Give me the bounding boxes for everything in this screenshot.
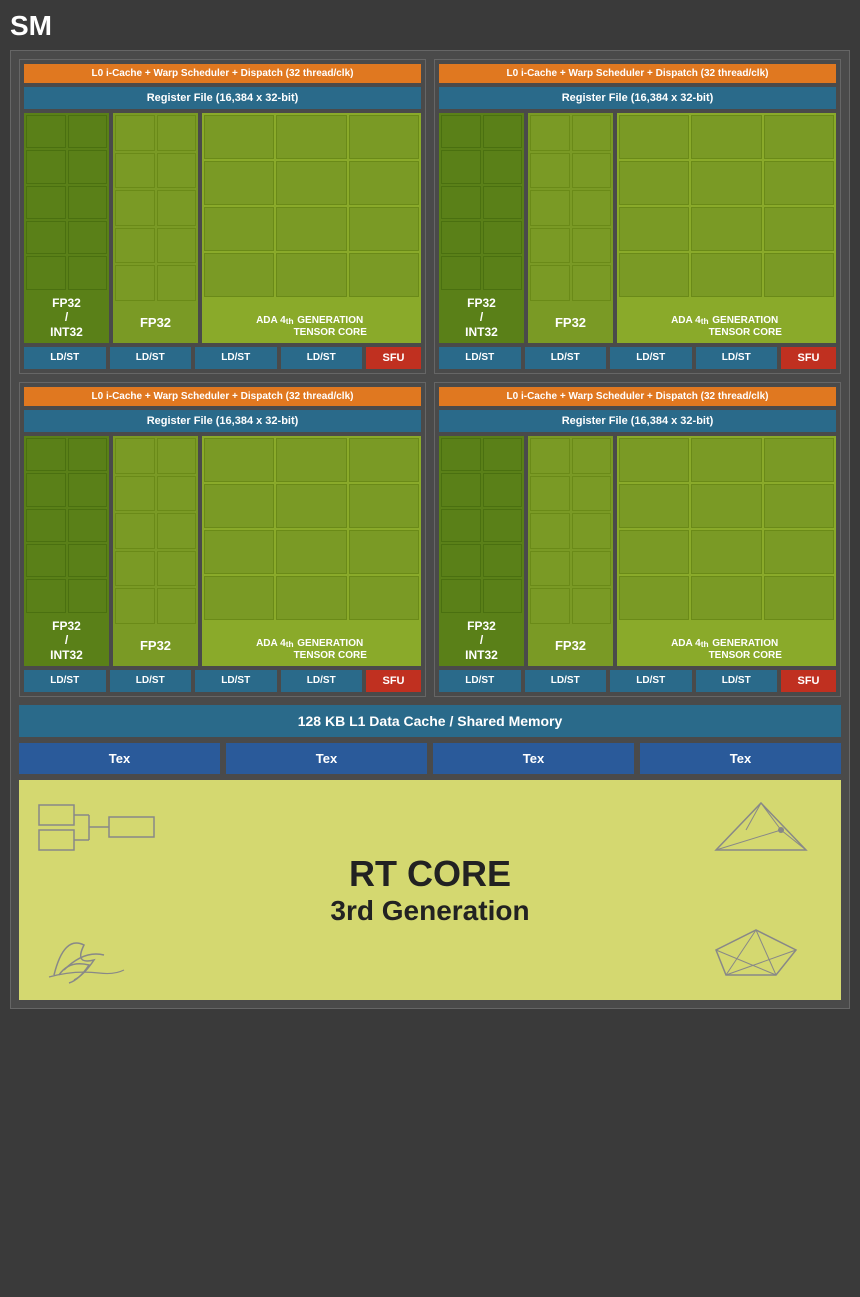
ldst-bl-2: LD/ST [110, 670, 192, 692]
register-file-bl: Register File (16,384 x 32-bit) [24, 410, 421, 432]
sfu-bl: SFU [366, 670, 421, 692]
l0-bar-tl: L0 i-Cache + Warp Scheduler + Dispatch (… [24, 64, 421, 83]
ldst-tl-2: LD/ST [110, 347, 192, 369]
l1-cache-bar: 128 KB L1 Data Cache / Shared Memory [19, 705, 841, 737]
ldst-tr-4: LD/ST [696, 347, 778, 369]
ldst-br-4: LD/ST [696, 670, 778, 692]
tex-box-1: Tex [19, 743, 220, 774]
ldst-tr-3: LD/ST [610, 347, 692, 369]
ldst-tr-1: LD/ST [439, 347, 521, 369]
ldst-tl-4: LD/ST [281, 347, 363, 369]
rt-core-title: RT CORE [330, 853, 529, 895]
sfu-tr: SFU [781, 347, 836, 369]
ldst-bl-4: LD/ST [281, 670, 363, 692]
l0-bar-br: L0 i-Cache + Warp Scheduler + Dispatch (… [439, 387, 836, 406]
tex-row: Tex Tex Tex Tex [19, 743, 841, 774]
quadrant-grid: L0 i-Cache + Warp Scheduler + Dispatch (… [19, 59, 841, 697]
warp-unit-top-right: L0 i-Cache + Warp Scheduler + Dispatch (… [434, 59, 841, 374]
register-file-tl: Register File (16,384 x 32-bit) [24, 87, 421, 109]
rt-core-section: RT CORE 3rd Generation [19, 780, 841, 1000]
tex-box-3: Tex [433, 743, 634, 774]
warp-unit-top-left: L0 i-Cache + Warp Scheduler + Dispatch (… [19, 59, 426, 374]
rt-core-text: RT CORE 3rd Generation [330, 853, 529, 927]
ldst-tl-1: LD/ST [24, 347, 106, 369]
ldst-tl-3: LD/ST [195, 347, 277, 369]
l0-bar-bl: L0 i-Cache + Warp Scheduler + Dispatch (… [24, 387, 421, 406]
warp-unit-bottom-right: L0 i-Cache + Warp Scheduler + Dispatch (… [434, 382, 841, 697]
ldst-br-3: LD/ST [610, 670, 692, 692]
register-file-tr: Register File (16,384 x 32-bit) [439, 87, 836, 109]
ldst-br-1: LD/ST [439, 670, 521, 692]
tex-box-4: Tex [640, 743, 841, 774]
tex-box-2: Tex [226, 743, 427, 774]
sm-title: SM [10, 10, 850, 42]
sm-container: L0 i-Cache + Warp Scheduler + Dispatch (… [10, 50, 850, 1009]
ldst-tr-2: LD/ST [525, 347, 607, 369]
ldst-br-2: LD/ST [525, 670, 607, 692]
l0-bar-tr: L0 i-Cache + Warp Scheduler + Dispatch (… [439, 64, 836, 83]
ldst-bl-1: LD/ST [24, 670, 106, 692]
rt-core-subtitle: 3rd Generation [330, 895, 529, 927]
register-file-br: Register File (16,384 x 32-bit) [439, 410, 836, 432]
sfu-tl: SFU [366, 347, 421, 369]
ldst-bl-3: LD/ST [195, 670, 277, 692]
warp-unit-bottom-left: L0 i-Cache + Warp Scheduler + Dispatch (… [19, 382, 426, 697]
sfu-br: SFU [781, 670, 836, 692]
